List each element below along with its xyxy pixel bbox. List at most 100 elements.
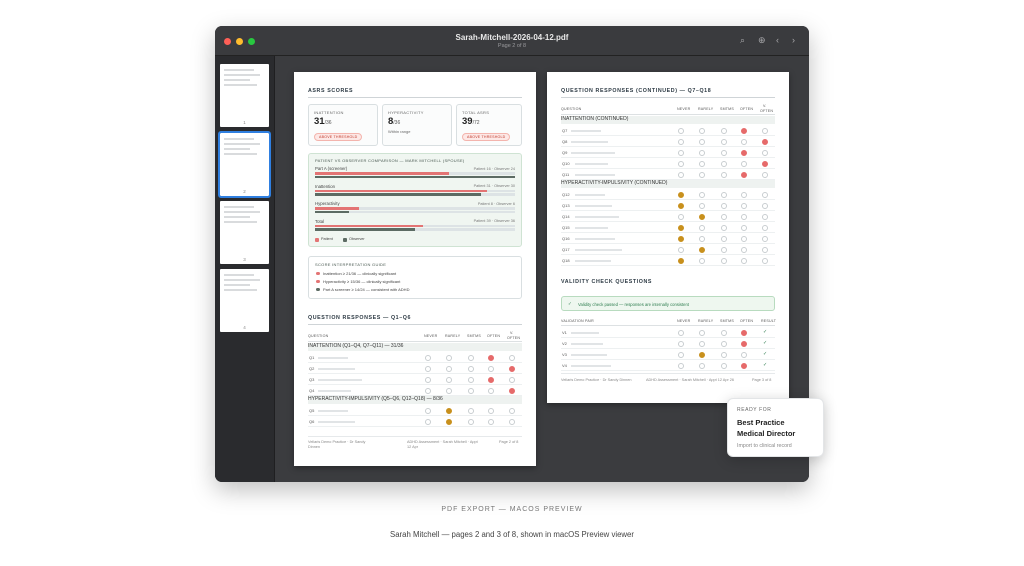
preview-window: Sarah-Mitchell-2026-04-12.pdf Page 2 of …: [215, 26, 809, 482]
radio-circle: [446, 418, 452, 425]
thumbnail-number: 2: [243, 189, 246, 194]
question-id: Q15: [562, 225, 570, 230]
radio-circle: [741, 191, 747, 198]
search-icon[interactable]: ⌕: [740, 35, 745, 45]
radio-circle: [699, 340, 705, 347]
comparison-title: PATIENT VS OBSERVER COMPARISON — MARK MI…: [315, 158, 465, 163]
question-text-placeholder: [571, 354, 607, 356]
thumbnail-page-4[interactable]: 4: [220, 269, 269, 332]
section-header: HYPERACTIVITY-IMPULSIVITY (Q5–Q6, Q12–Q1…: [308, 396, 522, 404]
radio-circle: [488, 418, 494, 425]
ready-for-card: READY FOR Best Practice Medical Director…: [727, 398, 824, 457]
patient-bar-fill: [315, 189, 487, 192]
zoom-in-icon[interactable]: ⊕: [758, 35, 766, 45]
score-label: INATTENTION: [314, 110, 344, 115]
table-row: Q6: [308, 416, 522, 427]
guide-item-text: Inattention ≥ 21/36 — clinically signifi…: [323, 271, 397, 276]
question-id: Q18: [562, 258, 570, 263]
table-row: Q12: [561, 189, 775, 200]
observer-bar-track: [315, 228, 515, 231]
validity-message: Validity check passed — responses are in…: [578, 302, 689, 307]
radio-circle: [468, 354, 474, 361]
score-card-hyperactivity: HYPERACTIVITY 8/36 Within range: [382, 104, 452, 146]
comparison-row-values: Patient 31 · Observer 30: [473, 184, 515, 188]
column-never: NEVER: [424, 334, 438, 338]
radio-circle: [699, 257, 705, 264]
radio-circle: [699, 127, 705, 134]
radio-circle: [741, 138, 747, 145]
question-id: Q12: [562, 192, 570, 197]
radio-circle: [468, 418, 474, 425]
caption-text: Sarah Mitchell — pages 2 and 3 of 8, sho…: [390, 530, 634, 539]
status-badge: ABOVE THRESHOLD: [462, 133, 511, 141]
radio-circle: [699, 160, 705, 167]
thumbnail-page-2[interactable]: 2: [218, 131, 271, 198]
radio-circle: [509, 418, 515, 425]
score-label: TOTAL ASRS: [462, 110, 490, 115]
radio-circle: [762, 127, 768, 134]
score-value: 39/72: [462, 116, 480, 127]
patient-bar-track: [315, 189, 515, 192]
table-row: V2 ✓: [561, 338, 775, 349]
footer-practice: Vellaris Demo Practice · Dr Sandy Dinnen: [561, 378, 632, 382]
radio-circle: [468, 407, 474, 414]
guide-dot: [316, 287, 320, 291]
radio-circle: [446, 376, 452, 383]
radio-circle: [721, 202, 727, 209]
ready-label: READY FOR: [737, 407, 772, 413]
page-title: QUESTION RESPONSES (CONTINUED) — Q7–Q18: [561, 88, 712, 94]
footer-page: Page 3 of 8: [752, 378, 772, 382]
question-id: Q17: [562, 247, 570, 252]
radio-circle: [741, 213, 747, 220]
column-very-often-1: V.: [510, 331, 514, 335]
radio-circle: [699, 235, 705, 242]
column-rarely: RARELY: [445, 334, 461, 338]
radio-circle: [509, 354, 515, 361]
table-row: Q14: [561, 211, 775, 222]
caption-tag: PDF EXPORT — MACOS PREVIEW: [441, 506, 583, 513]
radio-circle: [699, 213, 705, 220]
page-title: ASRS SCORES: [308, 88, 354, 94]
validation-id: V3: [562, 352, 567, 357]
radio-circle: [721, 171, 727, 178]
previous-page-icon[interactable]: ‹: [776, 35, 779, 45]
radio-circle: [678, 224, 684, 231]
observer-bar-track: [315, 210, 515, 213]
table-row: Q9: [561, 147, 775, 158]
column-rarely: RARELY: [698, 107, 714, 111]
column-never: NEVER: [677, 107, 691, 111]
observer-bar-fill: [315, 210, 349, 213]
radio-circle: [762, 224, 768, 231]
guide-item-text: Part A screener ≥ 14/24 — consistent wit…: [323, 287, 410, 292]
column-often: OFTEN: [740, 107, 754, 111]
radio-circle: [741, 340, 747, 347]
patient-bar-track: [315, 172, 515, 175]
thumbnail-page-3[interactable]: 3: [220, 201, 269, 264]
radio-circle: [509, 407, 515, 414]
radio-circle: [678, 191, 684, 198]
radio-circle: [425, 354, 431, 361]
patient-bar-fill: [315, 172, 449, 175]
comparison-row-values: Patient 16 · Observer 24: [473, 166, 515, 171]
radio-circle: [678, 351, 684, 358]
next-page-icon[interactable]: ›: [792, 35, 795, 45]
ready-line-2: Medical Director: [737, 429, 796, 438]
radio-circle: [762, 235, 768, 242]
table-row: Q16: [561, 233, 775, 244]
radio-circle: [699, 149, 705, 156]
validity-banner: ✓ Validity check passed — responses are …: [561, 296, 775, 311]
radio-circle: [446, 354, 452, 361]
question-id: Q11: [562, 172, 570, 177]
thumbnail-page-1[interactable]: 1: [220, 64, 269, 127]
question-id: Q8: [562, 139, 568, 144]
radio-circle: [721, 351, 727, 358]
radio-circle: [468, 376, 474, 383]
score-label: HYPERACTIVITY: [388, 110, 424, 115]
radio-circle: [678, 340, 684, 347]
radio-circle: [678, 202, 684, 209]
radio-circle: [699, 329, 705, 336]
radio-circle: [699, 351, 705, 358]
table-row: V4 ✓: [561, 360, 775, 371]
title-bar: Sarah-Mitchell-2026-04-12.pdf Page 2 of …: [215, 26, 809, 56]
question-id: Q9: [562, 150, 568, 155]
